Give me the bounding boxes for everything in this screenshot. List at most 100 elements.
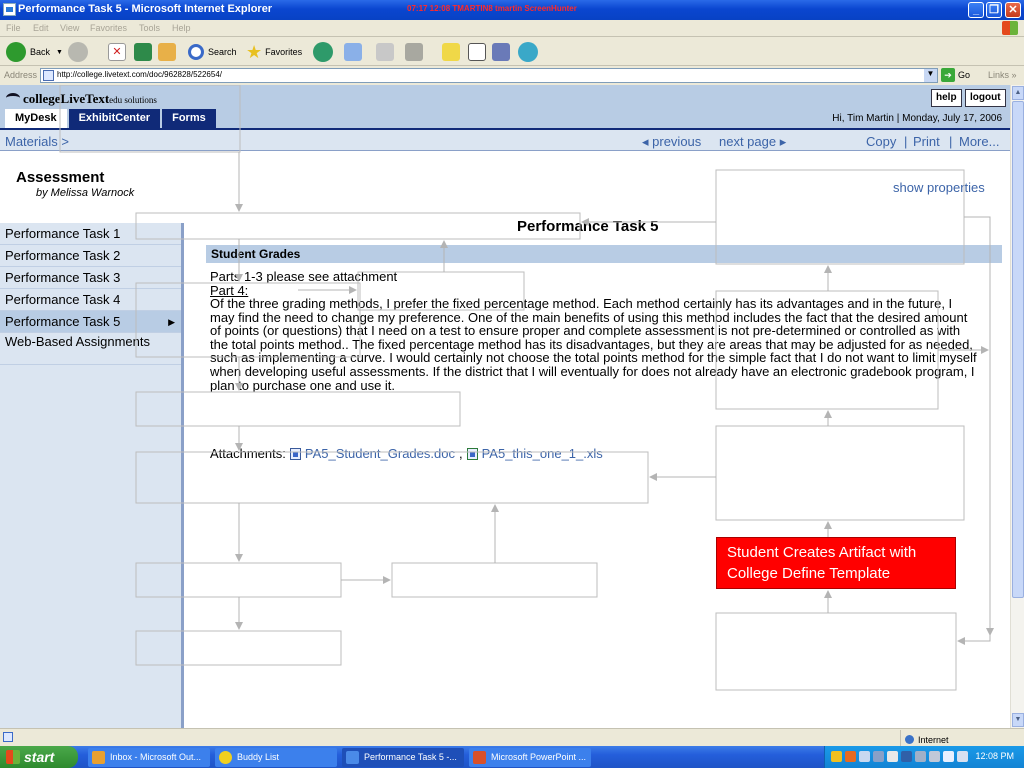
menu-help[interactable]: Help: [172, 23, 191, 33]
taskbar-item-powerpoint[interactable]: Microsoft PowerPoint ...: [469, 748, 591, 767]
scroll-up-icon[interactable]: ▲: [1012, 86, 1024, 100]
diagram-box-right-1: [715, 290, 939, 410]
status-bar: Internet: [0, 728, 1024, 746]
home-icon: [158, 43, 176, 61]
search-button[interactable]: Search: [188, 41, 237, 63]
window-title-bar[interactable]: Performance Task 5 - Microsoft Internet …: [0, 0, 1024, 20]
menu-edit[interactable]: Edit: [33, 23, 49, 33]
ie-icon: [3, 3, 16, 16]
back-label: Back: [30, 47, 51, 57]
restore-button[interactable]: ❐: [986, 2, 1002, 18]
start-label: start: [24, 749, 55, 765]
star-icon: ★: [246, 41, 263, 62]
system-tray: 12:08 PM: [824, 746, 1024, 768]
print-button[interactable]: [376, 41, 394, 63]
taskbar-item-label: Inbox - Microsoft Out...: [110, 752, 202, 762]
forward-button[interactable]: [68, 41, 88, 63]
favorites-button[interactable]: ★ Favorites: [246, 41, 302, 63]
go-arrow-icon: ➔: [941, 68, 955, 82]
address-label: Address: [4, 70, 38, 80]
menu-file[interactable]: File: [6, 23, 21, 33]
powerpoint-icon: [473, 751, 486, 764]
search-icon: [188, 44, 204, 60]
taskbar-item-label: Performance Task 5 -...: [364, 752, 457, 762]
home-button[interactable]: [158, 41, 176, 63]
mail-button[interactable]: [344, 41, 362, 63]
zone-label: Internet: [918, 734, 949, 745]
windows-flag-icon: [6, 750, 20, 764]
diagram-box-6: [391, 562, 598, 598]
history-button[interactable]: [313, 41, 333, 63]
refresh-button[interactable]: [134, 41, 152, 63]
callout-student-creates-artifact: Student Creates Artifact with College De…: [716, 537, 956, 589]
scroll-thumb[interactable]: [1012, 101, 1024, 598]
diagram-arrow: [957, 635, 991, 645]
links-button[interactable]: Links »: [988, 70, 1017, 80]
diagram-box-properties: [715, 169, 965, 265]
edit-icon: [405, 43, 423, 61]
diagram-box-4: [135, 391, 461, 427]
tray-icon[interactable]: [859, 751, 870, 762]
back-button[interactable]: Back ▼: [6, 41, 63, 63]
minimize-button[interactable]: _: [968, 2, 984, 18]
outlook-icon: [92, 751, 105, 764]
address-dropdown-icon[interactable]: ▼: [924, 69, 937, 82]
menu-view[interactable]: View: [60, 23, 79, 33]
taskbar-item-label: Microsoft PowerPoint ...: [491, 752, 587, 762]
address-input[interactable]: http://college.livetext.com/doc/962828/5…: [40, 68, 938, 83]
flow-diagram-overlay: [59, 85, 994, 691]
refresh-icon: [134, 43, 152, 61]
ie-icon: [346, 751, 359, 764]
diagram-box-attachments: [135, 451, 649, 504]
menu-tools[interactable]: Tools: [139, 23, 160, 33]
forward-arrow-icon: [68, 42, 88, 62]
aim-icon: [219, 751, 232, 764]
stop-button[interactable]: ✕: [108, 41, 126, 63]
tray-network-icon[interactable]: [943, 751, 954, 762]
tray-icon[interactable]: [901, 751, 912, 762]
messenger-button[interactable]: [518, 41, 538, 63]
start-button[interactable]: start: [0, 746, 78, 768]
tray-shield-icon[interactable]: [887, 751, 898, 762]
diagram-box-7: [135, 630, 342, 666]
security-zone: Internet: [900, 730, 1024, 746]
tray-hand-icon[interactable]: [831, 751, 842, 762]
diagram-box-top: [59, 85, 241, 153]
chevron-down-icon[interactable]: ▼: [56, 49, 63, 56]
tray-icon[interactable]: [873, 751, 884, 762]
search-label: Search: [208, 47, 237, 57]
vertical-scrollbar[interactable]: ▲ ▼: [1010, 85, 1024, 728]
tray-volume-icon[interactable]: [929, 751, 940, 762]
menu-bar: File Edit View Favorites Tools Help: [0, 20, 1024, 37]
taskbar-item-outlook[interactable]: Inbox - Microsoft Out...: [88, 748, 210, 767]
back-arrow-icon: [6, 42, 26, 62]
diagram-box-right-2: [715, 425, 965, 521]
tray-icon[interactable]: [915, 751, 926, 762]
close-button[interactable]: ✕: [1005, 2, 1021, 18]
discuss-button[interactable]: [442, 41, 460, 63]
menu-favorites[interactable]: Favorites: [90, 23, 127, 33]
taskbar-item-buddy-list[interactable]: Buddy List: [215, 748, 337, 767]
go-label: Go: [958, 70, 971, 80]
taskbar-item-ie[interactable]: Performance Task 5 -...: [342, 748, 464, 767]
links-label: Links: [988, 70, 1010, 80]
address-bar: Address http://college.livetext.com/doc/…: [0, 67, 1024, 84]
tray-wireless-icon[interactable]: [957, 751, 968, 762]
media-button[interactable]: [492, 41, 510, 63]
windows-taskbar: start Inbox - Microsoft Out... Buddy Lis…: [0, 746, 1024, 768]
edit-button[interactable]: [405, 41, 423, 63]
tray-icon[interactable]: [845, 751, 856, 762]
address-url: http://college.livetext.com/doc/962828/5…: [57, 70, 222, 79]
mail-icon: [344, 43, 362, 61]
page-status-icon: [3, 732, 13, 742]
research-button[interactable]: [468, 41, 486, 63]
note-icon: [442, 43, 460, 61]
page-icon: [43, 70, 54, 81]
diagram-box-mid: [357, 271, 525, 311]
windows-logo-icon: [1002, 21, 1018, 35]
favorites-label: Favorites: [265, 47, 303, 57]
printer-icon: [376, 43, 394, 61]
go-button[interactable]: ➔ Go: [941, 68, 970, 82]
messenger-icon: [518, 42, 538, 62]
scroll-down-icon[interactable]: ▼: [1012, 713, 1024, 727]
